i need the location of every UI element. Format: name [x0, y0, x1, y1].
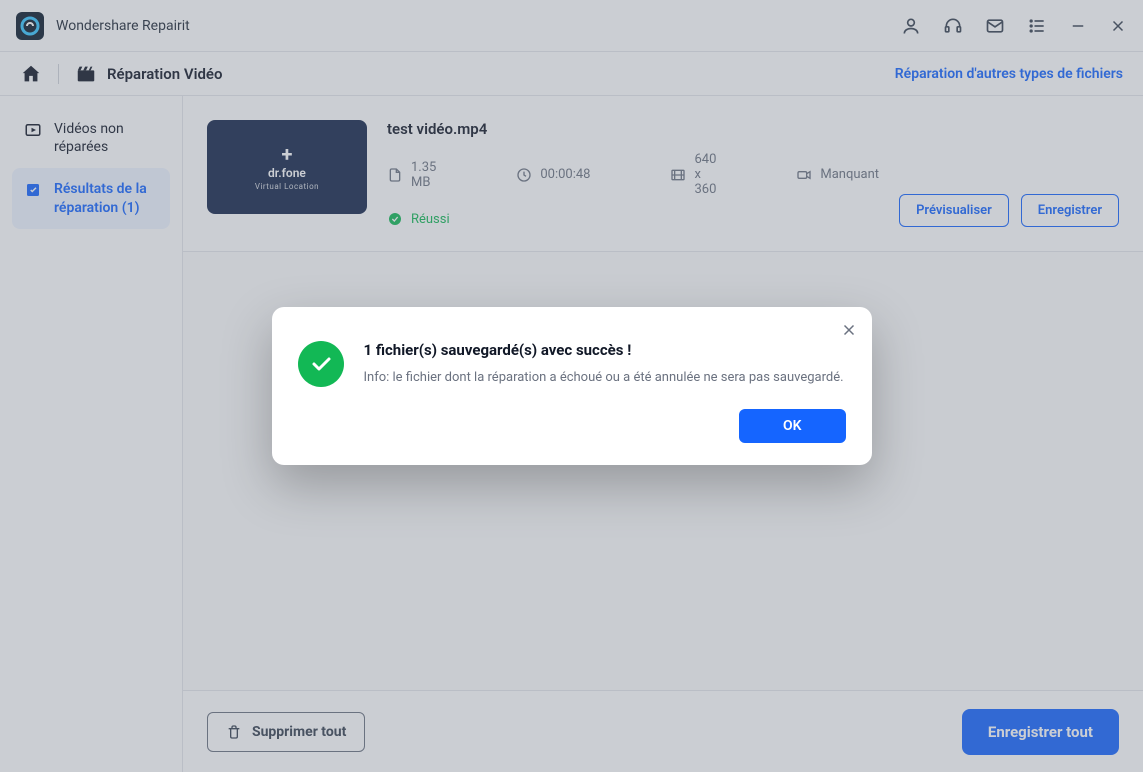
dialog-body: 1 fichier(s) sauvegardé(s) avec succès !… — [298, 341, 846, 388]
dialog-ok-button[interactable]: OK — [739, 409, 846, 443]
success-check-icon — [298, 341, 344, 387]
success-dialog: 1 fichier(s) sauvegardé(s) avec succès !… — [272, 307, 872, 466]
modal-overlay: 1 fichier(s) sauvegardé(s) avec succès !… — [0, 0, 1143, 772]
dialog-text: 1 fichier(s) sauvegardé(s) avec succès !… — [364, 341, 844, 388]
dialog-actions: OK — [298, 409, 846, 443]
dialog-title: 1 fichier(s) sauvegardé(s) avec succès ! — [364, 341, 844, 359]
dialog-info: Info: le fichier dont la réparation a éc… — [364, 369, 844, 388]
dialog-close-button[interactable] — [840, 321, 858, 339]
